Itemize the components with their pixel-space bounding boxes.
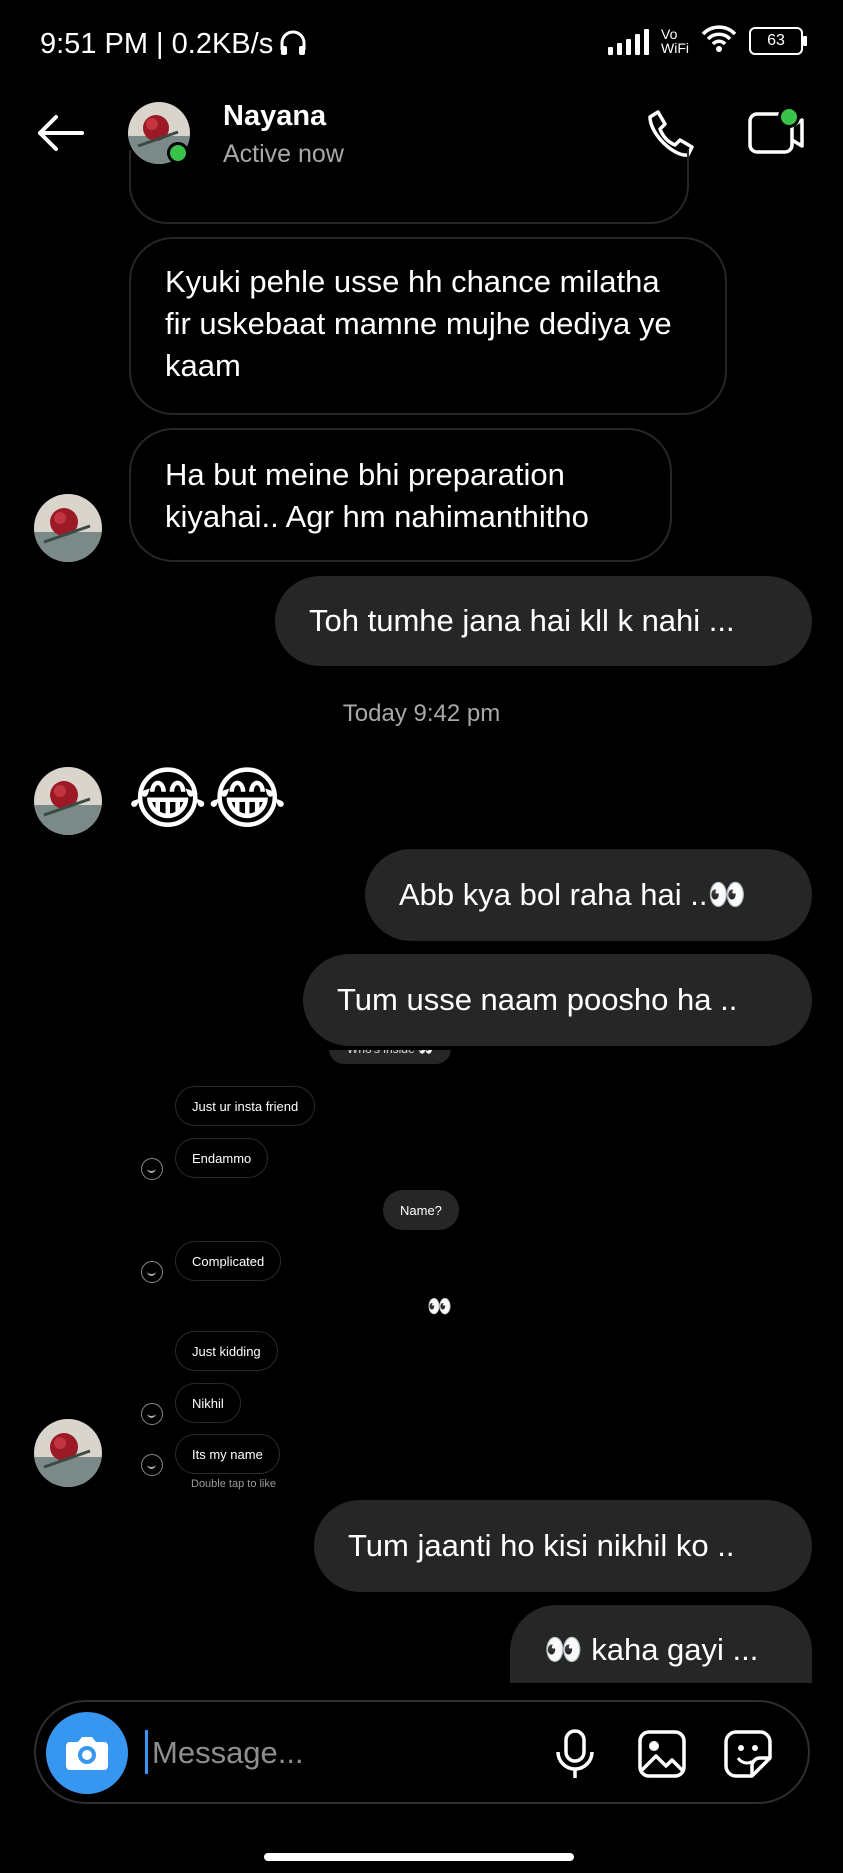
mini-message-outgoing: Name?: [383, 1190, 459, 1230]
shared-screenshot[interactable]: Who's inside 👀 Just ur insta friend Enda…: [129, 1050, 489, 1490]
battery-indicator: 63: [749, 26, 807, 55]
home-indicator[interactable]: [264, 1853, 574, 1861]
message-outgoing[interactable]: 👀 kaha gayi ...: [510, 1605, 812, 1683]
vowifi-label: Vo WiFi: [661, 25, 689, 56]
timestamp-divider: Today 9:42 pm: [342, 700, 501, 727]
mini-avatar: [141, 1261, 163, 1283]
mini-message-incoming: Just kidding: [175, 1331, 278, 1371]
sender-avatar[interactable]: [34, 767, 102, 835]
mini-message-incoming: Complicated: [175, 1241, 282, 1281]
status-icons: Vo WiFi 63: [608, 24, 807, 57]
signal-icon: [608, 27, 649, 55]
contact-name[interactable]: Nayana: [223, 100, 326, 133]
sender-avatar[interactable]: [34, 1419, 102, 1487]
gallery-icon[interactable]: [636, 1728, 688, 1780]
message-incoming[interactable]: Ha but meine bhi preparation kiyahai.. A…: [129, 428, 672, 562]
text-caret: [145, 1730, 148, 1774]
mini-emoji-message: 👀: [427, 1294, 452, 1318]
video-active-dot: [778, 106, 800, 128]
sender-avatar[interactable]: [34, 494, 102, 562]
camera-icon[interactable]: [46, 1712, 128, 1794]
mini-message-incoming: Just ur insta friend: [175, 1086, 316, 1126]
double-tap-hint: Double tap to like: [191, 1478, 276, 1490]
back-arrow-icon[interactable]: [34, 113, 86, 153]
microphone-icon[interactable]: [550, 1728, 600, 1780]
message-text: 👀 kaha gayi ...: [544, 1632, 759, 1667]
message-outgoing[interactable]: Toh tumhe jana hai kll k nahi ...: [275, 576, 812, 666]
sticker-icon[interactable]: [722, 1728, 774, 1780]
mini-message-incoming: Nikhil: [175, 1383, 241, 1423]
emoji-message[interactable]: 😂😂: [128, 758, 287, 842]
cut-off-bubble: Who's inside 👀: [329, 1050, 451, 1064]
message-outgoing[interactable]: Tum usse naam poosho ha ..: [303, 954, 812, 1046]
mini-message-incoming: Endammo: [175, 1138, 269, 1178]
message-outgoing[interactable]: Tum jaanti ho kisi nikhil ko ..: [314, 1500, 812, 1592]
wifi-icon: [701, 24, 737, 57]
mini-message-incoming: Its my name: [175, 1434, 280, 1474]
mini-avatar: [141, 1454, 163, 1476]
message-incoming[interactable]: Kyuki pehle usse hh chance milatha fir u…: [129, 237, 727, 415]
mini-avatar: [141, 1158, 163, 1180]
mini-avatar: [141, 1403, 163, 1425]
cut-off-bubble: [129, 150, 689, 224]
message-input[interactable]: [150, 1722, 534, 1784]
headphones-icon: [278, 28, 308, 63]
message-outgoing[interactable]: Abb kya bol raha hai ..👀: [365, 849, 812, 941]
status-time: 9:51 PM | 0.2KB/s: [40, 28, 274, 60]
